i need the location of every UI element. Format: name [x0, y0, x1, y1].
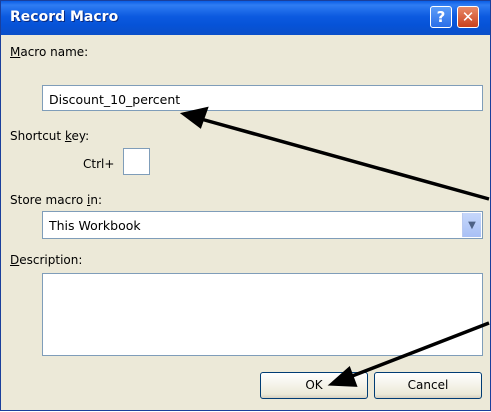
arrow-to-ok	[346, 321, 490, 380]
record-macro-dialog: Record Macro ? ✕ Macro name: Discount_10…	[0, 0, 491, 411]
annotation-arrows	[179, 106, 490, 387]
arrowhead-macro-name	[179, 106, 209, 129]
arrow-to-macro-name	[200, 117, 490, 201]
arrowhead-ok	[327, 366, 358, 387]
